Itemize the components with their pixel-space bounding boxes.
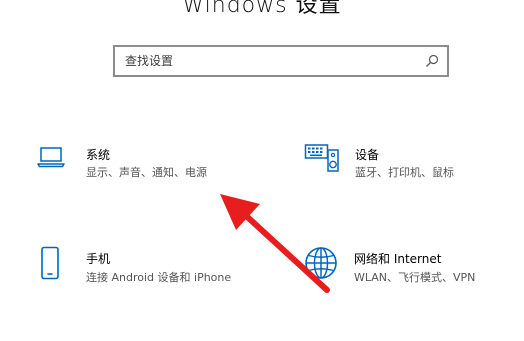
- settings-tile-system[interactable]: 系统 显示、声音、通知、电源: [28, 138, 268, 190]
- settings-tile-network[interactable]: 网络和 Internet WLAN、飞行模式、VPN: [296, 240, 516, 292]
- search-input[interactable]: [125, 52, 415, 70]
- globe-icon: [305, 247, 337, 279]
- phone-icon: [41, 246, 59, 280]
- search-icon[interactable]: [425, 54, 439, 68]
- tile-devices-name: 设备: [355, 148, 380, 162]
- search-box[interactable]: [113, 45, 449, 77]
- tile-network-name: 网络和 Internet: [354, 252, 442, 266]
- keyboard-speaker-icon: [304, 144, 339, 172]
- tile-system-name: 系统: [86, 148, 111, 162]
- settings-tile-phone[interactable]: 手机 连接 Android 设备和 iPhone: [28, 240, 268, 292]
- tile-phone-description: 连接 Android 设备和 iPhone: [86, 271, 232, 284]
- laptop-icon: [37, 147, 65, 168]
- settings-tile-devices[interactable]: 设备 蓝牙、打印机、鼠标: [296, 138, 516, 190]
- tile-phone-name: 手机: [86, 252, 111, 266]
- tile-system-description: 显示、声音、通知、电源: [86, 166, 207, 179]
- tile-network-description: WLAN、飞行模式、VPN: [354, 271, 476, 284]
- tile-devices-description: 蓝牙、打印机、鼠标: [355, 166, 454, 179]
- page-title: Windows 设置: [182, 0, 342, 18]
